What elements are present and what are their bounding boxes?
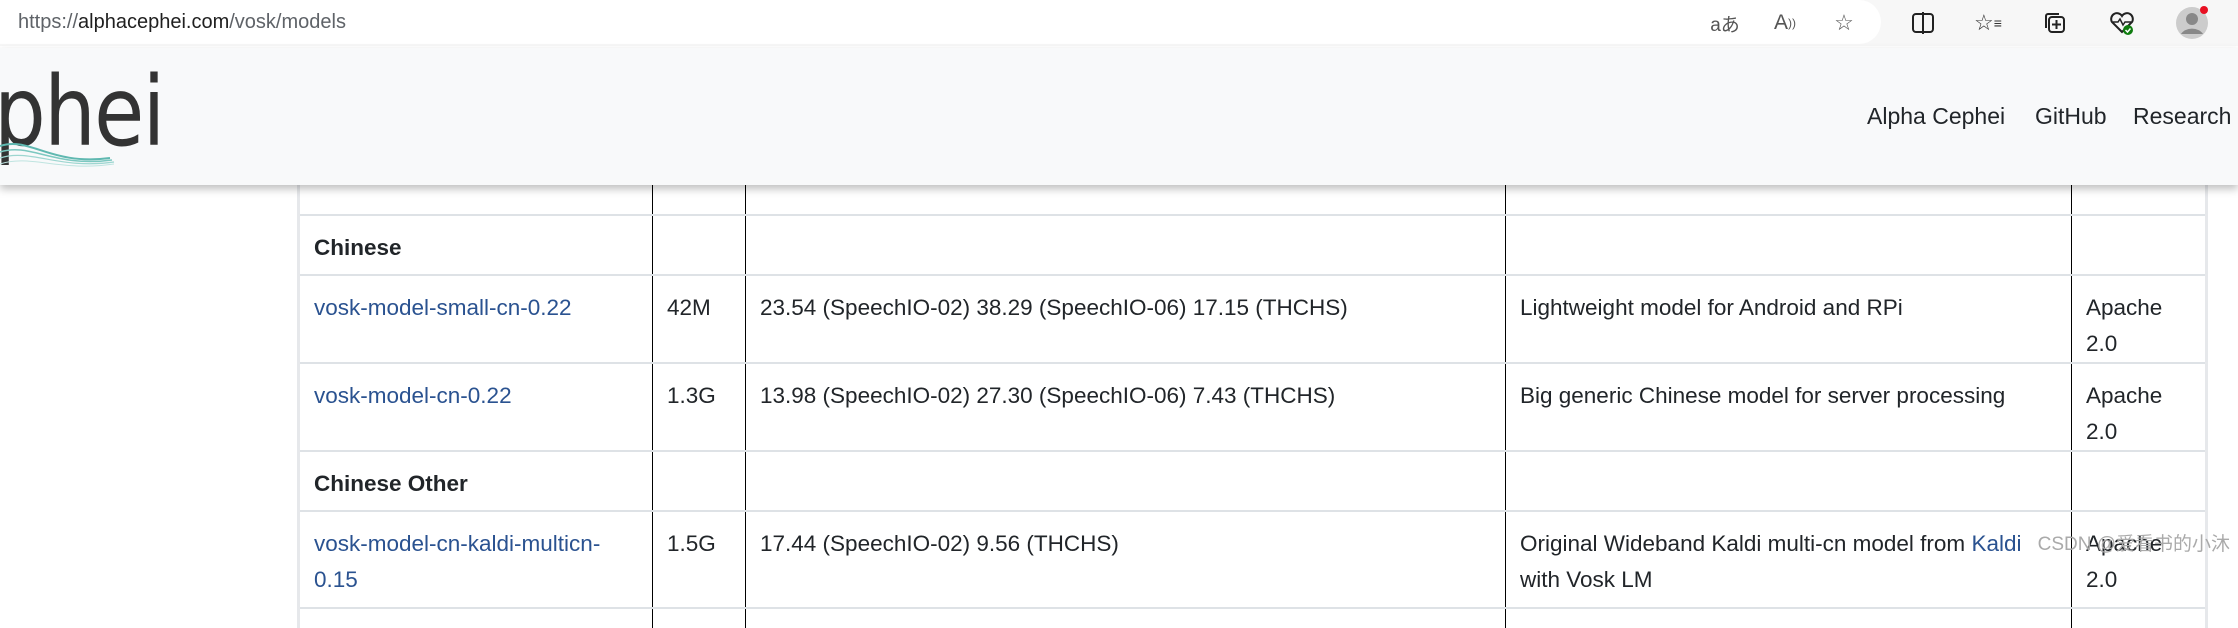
table-row [297, 607, 2208, 628]
model-link[interactable]: vosk-model-small-cn-0.22 [314, 295, 572, 320]
logo-wave-icon [0, 142, 115, 167]
wer-cell: 13.98 (SpeechIO-02) 27.30 (SpeechIO-06) … [745, 362, 1506, 451]
nav-alpha-cephei[interactable]: Alpha Cephei [1867, 103, 2005, 130]
browser-essentials-icon[interactable] [2107, 8, 2137, 38]
kaldi-link[interactable]: Kaldi [1971, 531, 2021, 556]
favorite-star-icon[interactable]: ☆ [1829, 8, 1859, 38]
nav-research[interactable]: Research [2133, 103, 2231, 130]
notes-text: Original Wideband Kaldi multi-cn model f… [1520, 531, 1972, 556]
table-row: vosk-model-cn-0.22 1.3G 13.98 (SpeechIO-… [297, 362, 2208, 451]
notes-text: with Vosk LM [1520, 567, 1653, 592]
models-table: applications Chinese vosk-model-small-cn… [297, 150, 2208, 628]
nav-github[interactable]: GitHub [2035, 103, 2107, 130]
model-link[interactable]: vosk-model-cn-kaldi-multicn-0.15 [314, 531, 600, 592]
size-cell: 1.3G [652, 362, 746, 451]
section-label: Chinese Other [297, 450, 653, 511]
license-cell: Apache 2.0 [2071, 362, 2208, 451]
url-domain: alphacephei.com [78, 11, 230, 33]
url-text[interactable]: https://alphacephei.com/vosk/models [18, 11, 346, 34]
notes-cell: Big generic Chinese model for server pro… [1505, 362, 2072, 451]
watermark: CSDN @爱看书的小沐 [2037, 534, 2230, 555]
profile-avatar-icon[interactable] [2175, 6, 2209, 40]
translate-icon[interactable]: aあ [1710, 8, 1740, 38]
url-path: /vosk/models [229, 11, 346, 33]
read-aloud-icon[interactable]: A)) [1770, 8, 1800, 38]
site-header: phei Alpha Cephei GitHub Research [0, 48, 2238, 185]
favorites-list-icon[interactable]: ☆ ≡ [1973, 8, 2003, 38]
license-cell: Apache 2.0 [2071, 274, 2208, 363]
address-bar[interactable]: https://alphacephei.com/vosk/models aあ A… [0, 0, 1881, 44]
table-row-section: Chinese Other [297, 450, 2208, 511]
size-cell: 42M [652, 274, 746, 363]
split-screen-icon[interactable] [1908, 8, 1938, 38]
table-row: vosk-model-small-cn-0.22 42M 23.54 (Spee… [297, 274, 2208, 363]
browser-toolbar: https://alphacephei.com/vosk/models aあ A… [0, 0, 2238, 46]
wer-cell: 23.54 (SpeechIO-02) 38.29 (SpeechIO-06) … [745, 274, 1506, 363]
url-prefix: https:// [18, 11, 79, 33]
table-row-section: Chinese [297, 214, 2208, 275]
notes-cell: Lightweight model for Android and RPi [1505, 274, 2072, 363]
collections-icon[interactable] [2040, 8, 2070, 38]
section-label: Chinese [297, 214, 653, 275]
model-link[interactable]: vosk-model-cn-0.22 [314, 383, 512, 408]
